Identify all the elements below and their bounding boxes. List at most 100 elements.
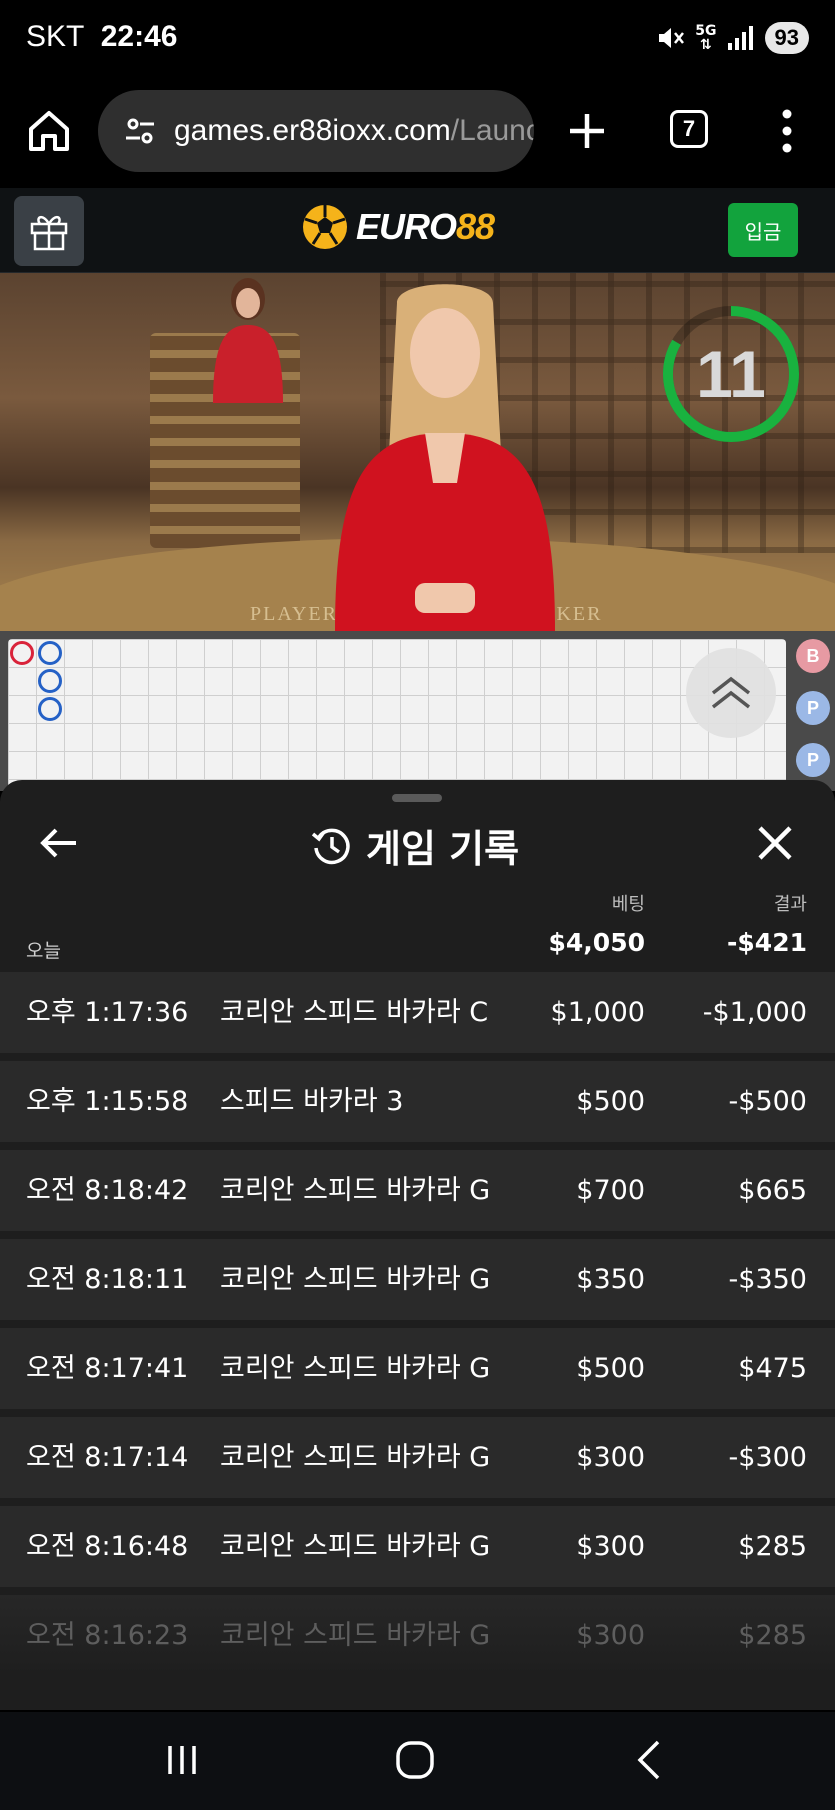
row-time: 오전 8:17:14 bbox=[26, 1442, 189, 1473]
status-bar: SKT 22:46 5G ⇅ 93 bbox=[0, 0, 835, 82]
row-bet: $350 bbox=[576, 1264, 645, 1295]
history-row[interactable]: 오전 8:18:11 코리안 스피드 바카라 G $350 -$350 bbox=[0, 1239, 835, 1320]
row-result: $665 bbox=[738, 1175, 807, 1206]
row-bet: $700 bbox=[576, 1175, 645, 1206]
history-row[interactable]: 오전 8:17:41 코리안 스피드 바카라 G $500 $475 bbox=[0, 1328, 835, 1409]
row-time: 오후 1:15:58 bbox=[26, 1086, 189, 1117]
history-row[interactable]: 오전 8:16:48 코리안 스피드 바카라 G $300 $285 bbox=[0, 1506, 835, 1587]
row-result: -$300 bbox=[728, 1442, 807, 1473]
history-icon bbox=[311, 828, 350, 864]
row-time: 오전 8:18:42 bbox=[26, 1175, 189, 1206]
battery-icon: 93 bbox=[764, 22, 809, 54]
back-arrow-icon[interactable] bbox=[38, 822, 80, 864]
euro88-logo[interactable]: EURO88 bbox=[300, 202, 495, 252]
address-bar[interactable]: games.er88ioxx.com/Launc bbox=[98, 90, 534, 172]
row-time: 오전 8:17:41 bbox=[26, 1353, 189, 1384]
network-icon: 5G ⇅ bbox=[695, 23, 717, 53]
period-label: 오늘 bbox=[26, 940, 61, 962]
soccer-ball-icon bbox=[303, 205, 347, 249]
sheet-title-text: 게임 기록 bbox=[366, 827, 520, 871]
site-header: EURO88 입금 bbox=[0, 188, 835, 273]
row-time: 오전 8:16:48 bbox=[26, 1531, 189, 1562]
signal-icon bbox=[727, 26, 753, 50]
game-history-sheet: 게임 기록 베팅 결과 오늘 $4,050 -$421 오후 1:17:36 코… bbox=[0, 780, 835, 1710]
logo-text: EURO88 bbox=[356, 206, 495, 248]
prediction-pills: B P P bbox=[796, 639, 830, 789]
logo-prefix: EURO bbox=[356, 206, 457, 247]
status-left: SKT 22:46 bbox=[26, 20, 177, 54]
bead-road-grid bbox=[8, 639, 786, 789]
sheet-drag-handle[interactable] bbox=[392, 794, 442, 802]
browser-toolbar: games.er88ioxx.com/Launc 7 bbox=[0, 82, 835, 188]
gift-button[interactable] bbox=[14, 196, 84, 266]
row-result: -$500 bbox=[728, 1086, 807, 1117]
row-result: -$350 bbox=[728, 1264, 807, 1295]
row-bet: $500 bbox=[576, 1353, 645, 1384]
row-bet: $500 bbox=[576, 1086, 645, 1117]
row-bet: $1,000 bbox=[550, 997, 645, 1028]
close-icon[interactable] bbox=[756, 824, 794, 862]
row-game: 코리안 스피드 바카라 G bbox=[220, 1620, 491, 1651]
row-result: $285 bbox=[738, 1620, 807, 1651]
tab-switcher-button[interactable]: 7 bbox=[670, 110, 708, 148]
site-settings-icon[interactable] bbox=[124, 115, 156, 147]
total-bet: $4,050 bbox=[548, 928, 645, 957]
background-dealer-figure bbox=[213, 278, 283, 403]
recent-apps-icon[interactable] bbox=[162, 1740, 202, 1780]
collapse-button[interactable] bbox=[686, 648, 776, 738]
row-bet: $300 bbox=[576, 1442, 645, 1473]
status-right: 5G ⇅ 93 bbox=[655, 22, 809, 54]
url-text: games.er88ioxx.com/Launc bbox=[174, 114, 534, 148]
row-bet: $300 bbox=[576, 1620, 645, 1651]
row-game: 코리안 스피드 바카라 C bbox=[220, 997, 489, 1028]
more-menu-icon[interactable] bbox=[772, 108, 802, 154]
home-icon[interactable] bbox=[26, 108, 72, 154]
row-game: 코리안 스피드 바카라 G bbox=[220, 1353, 491, 1384]
mute-icon bbox=[659, 28, 685, 48]
deposit-button[interactable]: 입금 bbox=[728, 203, 798, 257]
pill-player[interactable]: P bbox=[796, 691, 830, 725]
live-dealer-video[interactable]: PLAYER NKER 11 bbox=[0, 273, 835, 631]
pill-player[interactable]: P bbox=[796, 743, 830, 777]
bead-player bbox=[38, 641, 62, 665]
row-time: 오전 8:16:23 bbox=[26, 1620, 189, 1651]
row-result: $285 bbox=[738, 1531, 807, 1562]
new-tab-icon[interactable] bbox=[566, 110, 608, 152]
row-bet: $300 bbox=[576, 1531, 645, 1562]
row-game: 스피드 바카라 3 bbox=[220, 1086, 404, 1117]
gift-icon bbox=[30, 216, 68, 251]
history-row[interactable]: 오전 8:17:14 코리안 스피드 바카라 G $300 -$300 bbox=[0, 1417, 835, 1498]
system-navigation-bar bbox=[0, 1712, 835, 1810]
url-host: games.er88ioxx.com bbox=[174, 114, 451, 147]
history-row[interactable]: 오후 1:15:58 스피드 바카라 3 $500 -$500 bbox=[0, 1061, 835, 1142]
history-row[interactable]: 오전 8:18:42 코리안 스피드 바카라 G $700 $665 bbox=[0, 1150, 835, 1231]
row-game: 코리안 스피드 바카라 G bbox=[220, 1531, 491, 1562]
dealer-figure bbox=[335, 284, 555, 631]
pill-banker[interactable]: B bbox=[796, 639, 830, 673]
bead-player bbox=[38, 669, 62, 693]
row-time: 오전 8:18:11 bbox=[26, 1264, 189, 1295]
history-list: 오후 1:17:36 코리안 스피드 바카라 C $1,000 -$1,000 … bbox=[0, 972, 835, 1684]
row-game: 코리안 스피드 바카라 G bbox=[220, 1175, 491, 1206]
row-game: 코리안 스피드 바카라 G bbox=[220, 1264, 491, 1295]
total-result: -$421 bbox=[727, 928, 807, 957]
home-button-icon[interactable] bbox=[393, 1738, 437, 1782]
sheet-title: 게임 기록 bbox=[310, 818, 519, 873]
row-result: $475 bbox=[738, 1353, 807, 1384]
column-header-bet: 베팅 bbox=[611, 894, 645, 915]
bead-banker bbox=[10, 641, 34, 665]
double-chevron-up-icon bbox=[711, 676, 751, 709]
row-time: 오후 1:17:36 bbox=[26, 997, 189, 1028]
back-chevron-icon[interactable] bbox=[630, 1738, 670, 1782]
row-result: -$1,000 bbox=[702, 997, 807, 1028]
logo-suffix: 88 bbox=[456, 206, 495, 247]
history-row[interactable]: 오후 1:17:36 코리안 스피드 바카라 C $1,000 -$1,000 bbox=[0, 972, 835, 1053]
history-summary: 베팅 결과 오늘 $4,050 -$421 bbox=[0, 890, 835, 972]
bead-player bbox=[38, 697, 62, 721]
history-row[interactable]: 오전 8:16:23 코리안 스피드 바카라 G $300 $285 bbox=[0, 1595, 835, 1676]
carrier-label: SKT bbox=[26, 20, 85, 53]
column-header-result: 결과 bbox=[773, 894, 807, 915]
clock: 22:46 bbox=[100, 20, 178, 53]
countdown-number: 11 bbox=[696, 337, 766, 411]
url-path: /Launc bbox=[450, 114, 534, 147]
